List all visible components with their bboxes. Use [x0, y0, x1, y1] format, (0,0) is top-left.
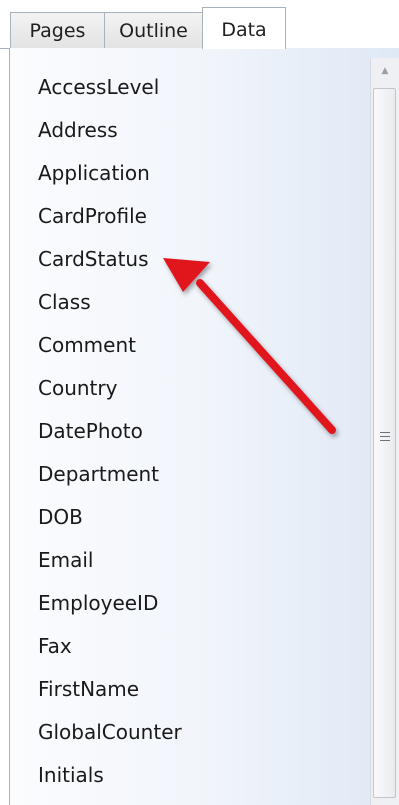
field-item-dob[interactable]: DOB — [38, 504, 83, 530]
field-item-globalcounter[interactable]: GlobalCounter — [38, 719, 182, 745]
field-item-country[interactable]: Country — [38, 375, 117, 401]
vertical-scrollbar[interactable]: ▲ — [370, 58, 399, 805]
field-item-application[interactable]: Application — [38, 160, 150, 186]
field-item-email[interactable]: Email — [38, 547, 94, 573]
field-item-datephoto[interactable]: DatePhoto — [38, 418, 143, 444]
field-item-cardprofile[interactable]: CardProfile — [38, 203, 147, 229]
scroll-thumb[interactable] — [373, 88, 396, 798]
field-item-initials[interactable]: Initials — [38, 762, 104, 788]
tab-data[interactable]: Data — [202, 7, 286, 49]
scroll-up-arrow-icon[interactable]: ▲ — [371, 58, 399, 88]
grip-icon — [380, 432, 390, 442]
field-item-address[interactable]: Address — [38, 117, 118, 143]
field-item-employeeid[interactable]: EmployeeID — [38, 590, 158, 616]
field-item-class[interactable]: Class — [38, 289, 91, 315]
tab-outline[interactable]: Outline — [104, 12, 203, 48]
field-item-department[interactable]: Department — [38, 461, 159, 487]
field-item-comment[interactable]: Comment — [38, 332, 136, 358]
tab-bar: Pages Outline Data — [0, 0, 399, 49]
field-item-fax[interactable]: Fax — [38, 633, 72, 659]
field-item-cardstatus[interactable]: CardStatus — [38, 246, 149, 272]
field-item-accesslevel[interactable]: AccessLevel — [38, 74, 159, 100]
field-item-firstname[interactable]: FirstName — [38, 676, 139, 702]
tab-pages[interactable]: Pages — [10, 12, 105, 48]
data-fields-panel: AccessLevel Address Application CardProf… — [9, 48, 399, 805]
